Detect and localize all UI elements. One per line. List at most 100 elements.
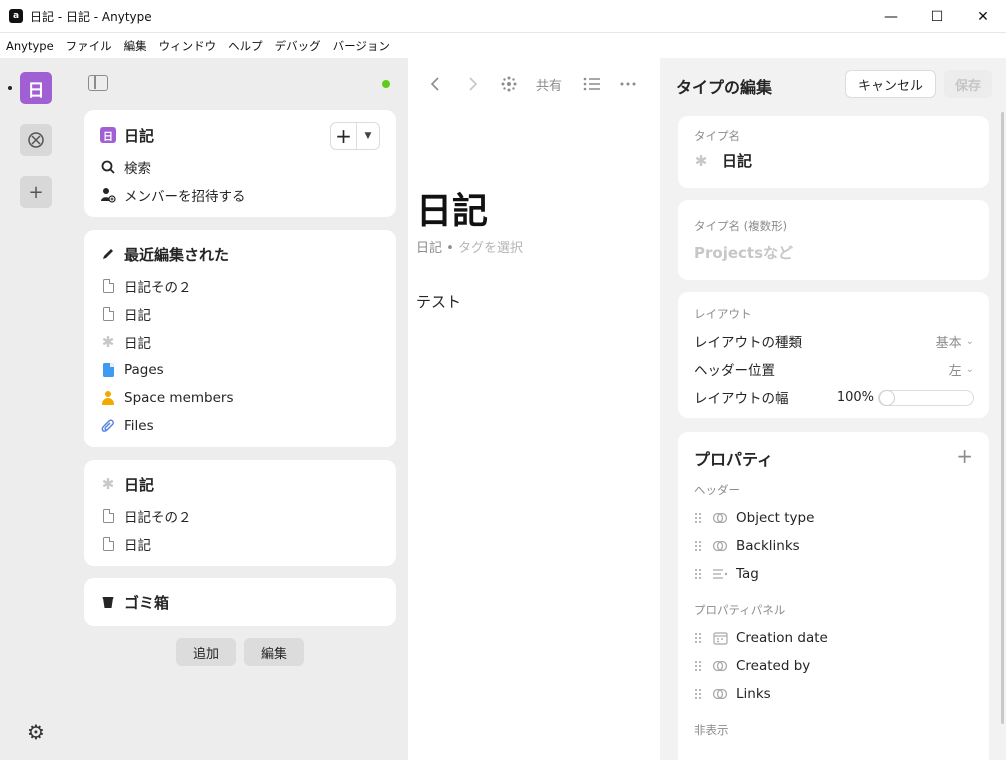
space-rail: 日 + ⚙: [0, 58, 72, 760]
list-item-label: 日記: [124, 308, 151, 324]
text-block[interactable]: テスト: [416, 291, 461, 312]
type-name-label: タイプ名: [694, 129, 740, 143]
minimize-button[interactable]: —: [868, 0, 914, 33]
type-name-field[interactable]: ✱ 日記: [694, 150, 752, 171]
list-item-label: 日記: [124, 336, 151, 352]
close-button[interactable]: ✕: [960, 0, 1006, 33]
add-widget-button[interactable]: 追加: [176, 638, 236, 666]
property-label: Created by: [736, 658, 811, 674]
meta-separator: •: [446, 241, 454, 256]
edit-widgets-button[interactable]: 編集: [244, 638, 304, 666]
panel-scrollbar[interactable]: [1001, 112, 1004, 724]
forward-icon[interactable]: [466, 72, 480, 96]
drag-handle-icon[interactable]: [694, 568, 702, 580]
list-item[interactable]: 日記その２: [100, 275, 192, 297]
space-avatar[interactable]: 日: [20, 72, 52, 104]
space-card: 日 日記 + ▼ 検索 メンバーを招待する: [84, 110, 396, 217]
menu-file[interactable]: ファイル: [66, 38, 112, 54]
plural-name-label: タイプ名 (複数形): [694, 219, 788, 233]
chevron-down-icon[interactable]: ▼: [357, 123, 379, 149]
search-label: 検索: [124, 161, 151, 177]
sidebar-toggle-icon[interactable]: [88, 75, 108, 91]
menu-edit[interactable]: 編集: [124, 38, 147, 54]
recent-header[interactable]: 最近編集された: [100, 243, 229, 265]
space-header[interactable]: 日 日記: [100, 124, 154, 146]
header-position-row[interactable]: ヘッダー位置 左 ⌄: [694, 358, 974, 380]
back-icon[interactable]: [428, 72, 442, 96]
layout-width-row: レイアウトの幅 100%: [694, 386, 874, 408]
property-row[interactable]: Creation date: [694, 627, 828, 649]
recent-widget: 最近編集された 日記その２ 日記 ✱ 日記 Pages Space member…: [84, 230, 396, 447]
property-row[interactable]: Backlinks: [694, 535, 800, 557]
list-icon[interactable]: [583, 72, 601, 96]
create-object-button[interactable]: +: [331, 123, 357, 149]
maximize-button[interactable]: ☐: [914, 0, 960, 33]
plural-name-input[interactable]: Projectsなど: [694, 242, 793, 263]
list-item-label: 日記その２: [124, 280, 192, 296]
list-item[interactable]: Pages: [100, 359, 164, 381]
menu-version[interactable]: バージョン: [333, 38, 390, 54]
tag-selector[interactable]: タグを選択: [458, 241, 523, 256]
drag-handle-icon[interactable]: [694, 660, 702, 672]
cancel-button[interactable]: キャンセル: [845, 70, 936, 98]
pencil-icon: [100, 246, 116, 262]
layout-type-label: レイアウトの種類: [694, 335, 802, 351]
chevron-down-icon: ⌄: [965, 335, 974, 347]
drag-handle-icon[interactable]: [694, 540, 702, 552]
layout-type-row[interactable]: レイアウトの種類 基本 ⌄: [694, 330, 974, 352]
list-item[interactable]: Space members: [100, 387, 234, 409]
panel-title: タイプの編集: [676, 78, 773, 97]
property-label: Links: [736, 686, 771, 702]
sync-status-icon: [382, 80, 390, 88]
menu-anytype[interactable]: Anytype: [6, 39, 54, 53]
search-icon: [100, 159, 116, 175]
link-icon: [712, 686, 728, 702]
object-meta: 日記 • タグを選択: [416, 237, 523, 256]
puzzle-icon[interactable]: ✱: [694, 153, 708, 168]
drag-handle-icon[interactable]: [694, 632, 702, 644]
list-item[interactable]: 日記: [100, 303, 151, 325]
settings-gear-icon[interactable]: ⚙: [24, 720, 48, 744]
menu-window[interactable]: ウィンドウ: [159, 38, 217, 54]
slider-knob[interactable]: [879, 390, 895, 406]
bin-widget[interactable]: ゴミ箱: [84, 578, 396, 626]
anytype-logo-icon: a: [9, 9, 23, 23]
invite-members-item[interactable]: メンバーを招待する: [100, 184, 246, 206]
drag-handle-icon[interactable]: [694, 688, 702, 700]
hidden-section-label: 非表示: [694, 723, 729, 737]
more-icon[interactable]: [620, 72, 636, 96]
active-space-indicator: [8, 86, 12, 90]
person-icon: [101, 391, 115, 405]
object-type-label[interactable]: 日記: [416, 241, 442, 256]
list-item[interactable]: Files: [100, 415, 154, 437]
list-item[interactable]: ✱ 日記: [100, 331, 151, 353]
add-space-button[interactable]: +: [20, 176, 52, 208]
layout-width-slider[interactable]: [878, 390, 974, 406]
calendar-icon: [712, 630, 728, 646]
vault-icon[interactable]: [20, 124, 52, 156]
layout-type-value: 基本: [935, 335, 962, 351]
list-item-label: 日記その２: [124, 510, 192, 526]
graph-icon[interactable]: [500, 72, 518, 96]
list-item[interactable]: 日記: [100, 533, 151, 555]
drag-handle-icon[interactable]: [694, 512, 702, 524]
object-title[interactable]: 日記: [416, 182, 488, 234]
menu-help[interactable]: ヘルプ: [228, 38, 263, 54]
save-button[interactable]: 保存: [944, 70, 992, 98]
property-row[interactable]: Created by: [694, 655, 810, 677]
menu-debug[interactable]: デバッグ: [275, 38, 321, 54]
invite-label: メンバーを招待する: [124, 189, 246, 205]
type-widget-header[interactable]: ✱ 日記: [100, 473, 154, 495]
page-icon: [102, 279, 114, 293]
property-row[interactable]: Object type: [694, 507, 814, 529]
property-row[interactable]: Tag: [694, 563, 759, 585]
search-item[interactable]: 検索: [100, 156, 151, 178]
property-row[interactable]: Links: [694, 683, 771, 705]
add-property-button[interactable]: +: [956, 444, 973, 468]
share-button[interactable]: 共有: [536, 72, 562, 96]
list-item-label: Space members: [124, 390, 234, 406]
list-item[interactable]: 日記その２: [100, 505, 192, 527]
link-icon: [712, 658, 728, 674]
window-controls: — ☐ ✕: [868, 0, 1006, 33]
tag-list-icon: [712, 566, 728, 582]
